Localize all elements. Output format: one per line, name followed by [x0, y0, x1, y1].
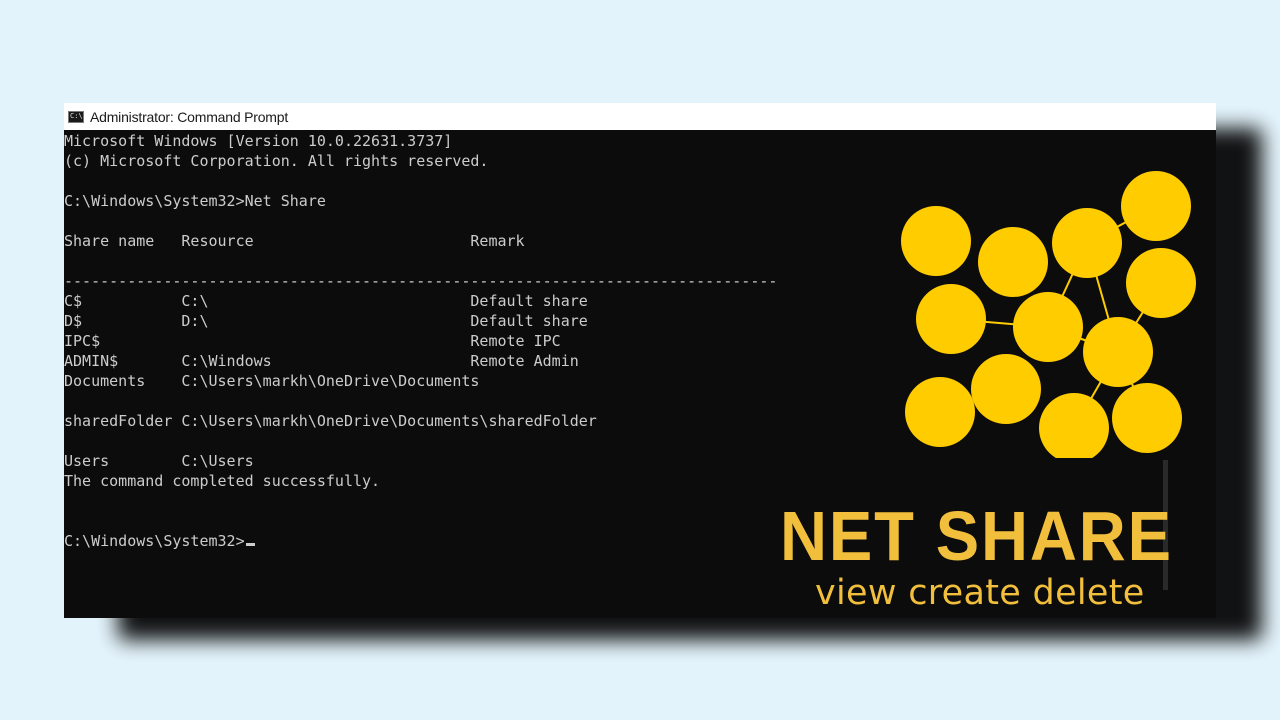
console-line: Users C:\Users: [64, 452, 254, 470]
brand-subtitle: view create delete: [815, 573, 1145, 613]
window-title: Administrator: Command Prompt: [90, 108, 289, 125]
console-line: IPC$ Remote IPC: [64, 332, 561, 350]
logo-node: [916, 284, 986, 354]
logo-node: [1126, 248, 1196, 318]
text-cursor: [245, 543, 255, 546]
logo-node: [1121, 171, 1191, 241]
brand-title: NET SHARE: [780, 497, 1173, 575]
title-bar[interactable]: C:\ Administrator: Command Prompt: [64, 103, 1216, 130]
logo-node: [978, 227, 1048, 297]
command-prompt-icon-text: C:\: [70, 111, 83, 120]
console-line: C$ C:\ Default share: [64, 292, 588, 310]
console-line: (c) Microsoft Corporation. All rights re…: [64, 152, 489, 170]
console-line: sharedFolder C:\Users\markh\OneDrive\Doc…: [64, 412, 597, 430]
console-line: Share name Resource Remark: [64, 232, 525, 250]
logo-node: [1052, 208, 1122, 278]
logo-node: [1039, 393, 1109, 458]
console-line: Documents C:\Users\markh\OneDrive\Docume…: [64, 372, 480, 390]
logo-node: [901, 206, 971, 276]
console-line: Microsoft Windows [Version 10.0.22631.37…: [64, 132, 453, 150]
logo-node: [971, 354, 1041, 424]
console-line: C:\Windows\System32>Net Share: [64, 192, 326, 210]
console-line: ADMIN$ C:\Windows Remote Admin: [64, 352, 579, 370]
command-prompt-icon: C:\: [68, 110, 84, 123]
console-line: ----------------------------------------…: [64, 272, 778, 290]
logo-node: [905, 377, 975, 447]
console-prompt: C:\Windows\System32>: [64, 532, 245, 550]
console-line: The command completed successfully.: [64, 472, 381, 490]
logo-node: [1112, 383, 1182, 453]
logo-node: [1013, 292, 1083, 362]
logo-nodes: [901, 171, 1196, 458]
console-prompt-line[interactable]: C:\Windows\System32>: [64, 531, 255, 551]
network-nodes-logo: [901, 171, 1196, 458]
console-line: D$ D:\ Default share: [64, 312, 588, 330]
logo-node: [1083, 317, 1153, 387]
